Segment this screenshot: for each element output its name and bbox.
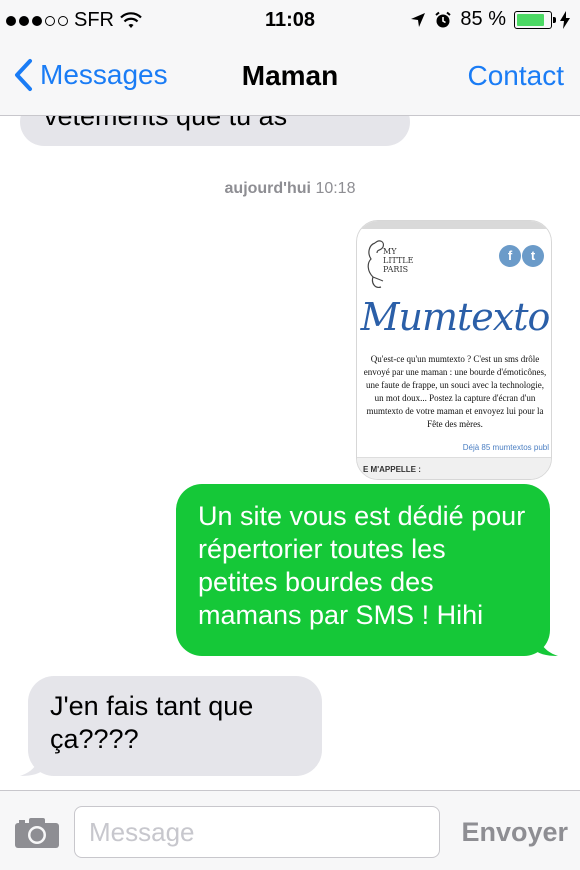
bubble-tail [20,750,46,776]
battery-percent: 85 % [460,8,506,30]
bubble-tail [532,630,558,656]
conversation-thread[interactable]: vêtements que tu as aujourd'hui 10:18 MY… [0,116,580,790]
incoming-message-text: J'en fais tant que ça???? [50,691,254,754]
brand-line: LITTLE [383,256,414,265]
battery-icon [514,10,556,29]
location-arrow-icon [411,12,426,27]
timestamp-day: aujourd'hui [224,180,311,197]
timestamp: aujourd'hui 10:18 [0,180,580,198]
twitter-icon: t [522,245,544,267]
status-right: 85 % [410,8,570,31]
message-input-bar: Envoyer [0,790,580,870]
incoming-message-bubble[interactable]: J'en fais tant que ça???? [20,676,322,776]
image-top-band [357,221,551,229]
message-input[interactable] [74,806,440,858]
previous-message-bubble[interactable]: vêtements que tu as [20,116,410,146]
previous-message-text: vêtements que tu as [44,116,288,131]
facebook-icon: f [499,245,521,267]
status-bar: SFR 11:08 85 % [0,0,580,40]
navigation-bar: Messages Maman Contact [0,40,580,116]
outgoing-message-bubble[interactable]: Un site vous est dédié pour répertorier … [176,484,558,656]
outgoing-message-text: Un site vous est dédié pour répertorier … [198,501,526,630]
charging-bolt-icon [560,10,570,29]
brand-line: PARIS [383,265,409,274]
image-bottom-text: E M'APPELLE : [363,465,421,474]
brand-line: MY [383,247,397,256]
image-message-bubble[interactable]: MY LITTLE PARIS f t Mumtexto Qu'est-ce q… [356,220,552,480]
battery-level-fill [517,13,545,26]
camera-icon[interactable] [14,817,60,849]
alarm-icon [435,11,452,27]
send-button[interactable]: Envoyer [461,817,568,848]
brand-name: MY LITTLE PARIS [383,247,443,274]
image-description: Qu'est-ce qu'un mumtexto ? C'est un sms … [363,354,547,429]
timestamp-time: 10:18 [315,180,356,197]
image-count-text: Déjà 85 mumtextos publ [462,443,549,452]
contact-button[interactable]: Contact [468,60,565,92]
image-title: Mumtexto [360,295,551,339]
